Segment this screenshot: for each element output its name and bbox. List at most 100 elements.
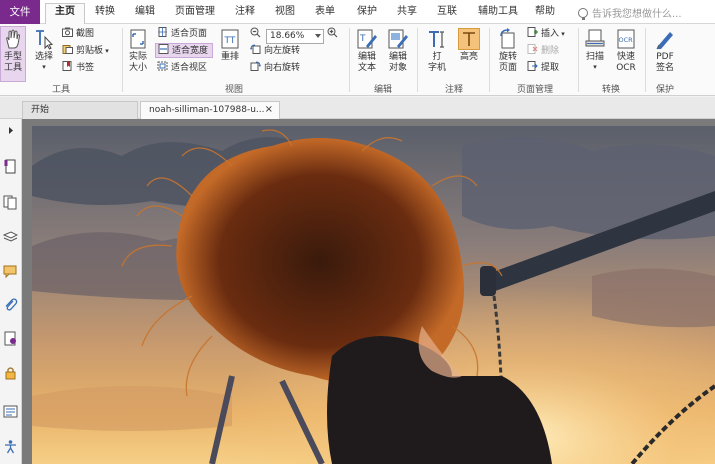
convert-group-label: 转换 — [601, 85, 620, 95]
typewriter-icon — [426, 28, 448, 50]
edit-text-icon: T — [356, 28, 378, 50]
highlight-label: 高亮 — [459, 52, 478, 62]
bookmark-icon — [62, 61, 73, 71]
fit-visible-button[interactable]: 适合视区 — [157, 61, 207, 76]
extract-page-icon — [527, 61, 538, 71]
camera-icon — [62, 27, 73, 37]
page-management-group-label: 页面管理 — [516, 85, 553, 95]
hand-tool-label: 手型 工具 — [3, 52, 22, 73]
pages-icon[interactable] — [3, 195, 18, 210]
zoom-in-button[interactable] — [327, 27, 341, 42]
clipboard-icon — [62, 44, 73, 54]
rotate-right-icon — [250, 61, 261, 71]
menu-bar: 文件 主页 转换 编辑 页面管理 注释 视图 表单 保护 共享 互联 辅助工具 … — [0, 0, 715, 25]
menu-page-management[interactable]: 页面管理 — [170, 4, 220, 24]
rotate-left-button[interactable]: 向左旋转 — [250, 44, 300, 59]
menu-help[interactable]: 帮助 — [528, 4, 562, 24]
document-viewer[interactable] — [22, 119, 715, 464]
bookmark-button[interactable]: 书签 — [62, 61, 94, 76]
zoom-level-input[interactable]: 18.66% — [266, 29, 324, 44]
menu-home[interactable]: 主页 — [45, 3, 85, 25]
bookmark-label: 书签 — [76, 63, 95, 73]
fit-width-icon — [158, 44, 169, 54]
actual-size-button[interactable]: 实际 大小 — [124, 28, 152, 74]
hand-tool[interactable]: 手型 工具 — [0, 28, 26, 74]
zoom-out-button[interactable] — [250, 27, 264, 42]
zoom-in-icon — [327, 27, 338, 38]
close-icon[interactable]: × — [265, 102, 273, 118]
rotate-right-button[interactable]: 向右旋转 — [250, 61, 300, 76]
edit-group-label: 编辑 — [373, 85, 392, 95]
rotate-page-button[interactable]: 旋转 页面 — [494, 28, 522, 74]
menu-view[interactable]: 视图 — [268, 4, 302, 24]
clipboard-label: 剪贴板 — [76, 46, 104, 56]
fit-visible-icon — [157, 61, 168, 71]
menu-accessibility[interactable]: 辅助工具 — [472, 4, 524, 24]
menu-convert[interactable]: 转换 — [88, 4, 122, 24]
accessibility-icon[interactable] — [3, 439, 18, 454]
menu-edit[interactable]: 编辑 — [128, 4, 162, 24]
screenshot-button[interactable]: 截图 — [62, 27, 94, 42]
menu-annotate[interactable]: 注释 — [228, 4, 262, 24]
menu-protect[interactable]: 保护 — [350, 4, 384, 24]
delete-label: 删除 — [541, 46, 560, 56]
quick-ocr-button[interactable]: OCR 快速 OCR — [612, 28, 640, 74]
edit-object-button[interactable]: 编辑 对象 — [384, 28, 412, 74]
menu-connect[interactable]: 互联 — [430, 4, 464, 24]
ribbon: 手型 工具 选择 ▾ 截图 剪贴板 ▾ 书签 工具 实际 大小 适合页面 适合宽… — [0, 24, 715, 96]
select-tool[interactable]: 选择 ▾ — [31, 28, 57, 71]
fit-width-button[interactable]: 适合宽度 — [155, 43, 214, 58]
page-thumbnails-icon[interactable] — [3, 159, 18, 174]
insert-label: 插入 — [541, 29, 560, 39]
menu-form[interactable]: 表单 — [308, 4, 342, 24]
chevron-down-icon[interactable] — [315, 34, 321, 38]
document-tab-bar: 开始 noah-silliman-107988-u... × — [0, 97, 715, 119]
rotate-page-icon — [497, 28, 519, 50]
pdf-sign-button[interactable]: PDF 签名 — [650, 28, 680, 74]
edit-object-icon — [387, 28, 409, 50]
typewriter-button[interactable]: 打 字机 — [423, 28, 451, 74]
menu-share[interactable]: 共享 — [390, 4, 424, 24]
fit-page-icon — [157, 27, 168, 37]
reflow-button[interactable]: TT 重排 — [216, 28, 244, 63]
fit-page-button[interactable]: 适合页面 — [157, 27, 207, 42]
ribbon-separator — [417, 28, 418, 92]
select-label: 选择 — [34, 52, 53, 62]
scanner-icon — [584, 28, 606, 50]
tab-start[interactable]: 开始 — [22, 101, 138, 119]
typewriter-label: 打 字机 — [427, 52, 446, 73]
lock-icon[interactable] — [3, 365, 18, 380]
edit-text-label: 编辑 文本 — [357, 52, 376, 73]
tab-start-label: 开始 — [31, 105, 50, 115]
delete-page-button[interactable]: 删除 — [527, 44, 559, 59]
form-fields-icon[interactable] — [3, 404, 18, 419]
tell-me-search[interactable]: 告诉我您想做什么... — [578, 5, 682, 20]
highlight-icon — [458, 28, 480, 50]
ribbon-separator — [578, 28, 579, 92]
edit-text-button[interactable]: T 编辑 文本 — [353, 28, 381, 74]
insert-page-button[interactable]: 插入 ▾ — [527, 27, 565, 42]
clipboard-button[interactable]: 剪贴板 ▾ — [62, 44, 109, 59]
expand-panel-icon[interactable] — [3, 123, 18, 138]
fit-page-label: 适合页面 — [171, 29, 208, 39]
layers-icon[interactable] — [2, 229, 19, 244]
scan-button[interactable]: 扫描 ▾ — [581, 28, 609, 71]
lightbulb-icon — [578, 8, 588, 20]
comments-icon[interactable] — [3, 264, 18, 279]
attachment-icon[interactable] — [3, 297, 18, 312]
signature-panel-icon[interactable] — [3, 331, 18, 346]
svg-text:T: T — [359, 34, 366, 44]
zoom-level-value: 18.66% — [270, 31, 305, 41]
extract-page-button[interactable]: 提取 — [527, 61, 559, 76]
select-text-icon — [33, 28, 55, 50]
left-navigation-panel — [0, 119, 22, 464]
rotate-right-label: 向右旋转 — [264, 63, 301, 73]
reflow-label: 重排 — [220, 52, 239, 62]
pen-sign-icon — [654, 28, 676, 50]
menu-file[interactable]: 文件 — [0, 0, 40, 24]
pdf-sign-label: PDF 签名 — [655, 52, 674, 73]
tab-document[interactable]: noah-silliman-107988-u... × — [140, 101, 280, 119]
highlight-button[interactable]: 高亮 — [455, 28, 483, 63]
extract-label: 提取 — [541, 63, 560, 73]
reflow-icon: TT — [219, 28, 241, 50]
